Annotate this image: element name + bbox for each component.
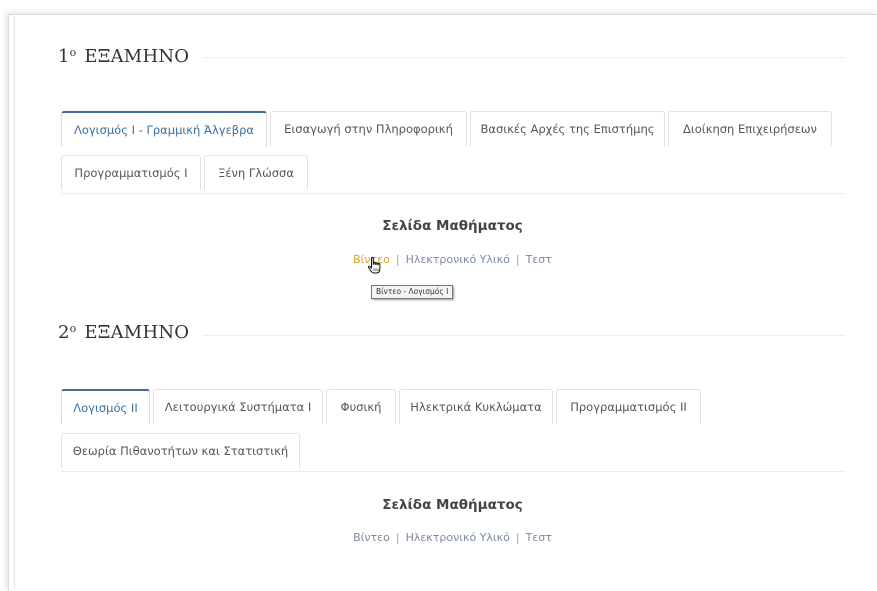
semester-2-title: 2ο ΕΞΑΜΗΝΟ	[58, 318, 189, 346]
tab-pithanotites[interactable]: Θεωρία Πιθανοτήτων και Στατιστική	[61, 433, 300, 468]
test-link[interactable]: Τεστ	[526, 253, 552, 266]
tab-logismos-2[interactable]: Λογισμός ΙΙ	[61, 389, 150, 424]
tab-label: Φυσική	[340, 400, 382, 414]
semester-1-number: 1	[58, 45, 70, 67]
tab-xeni-glossa[interactable]: Ξένη Γλώσσα	[204, 155, 308, 190]
tab-logismos-1[interactable]: Λογισμός Ι - Γραμμική Άλγεβρα	[61, 111, 267, 146]
semester-2-rule	[203, 335, 845, 336]
tab-label: Διοίκηση Επιχειρήσεων	[683, 122, 817, 136]
material-link[interactable]: Ηλεκτρονικό Υλικό	[406, 253, 510, 266]
tab-label: Προγραμματισμός ΙΙ	[570, 400, 687, 414]
tab-programmatismos-2[interactable]: Προγραμματισμός ΙΙ	[556, 389, 701, 424]
tab-label: Λογισμός Ι - Γραμμική Άλγεβρα	[73, 122, 255, 137]
separator: |	[395, 531, 400, 544]
semester-2-panel-heading: Σελίδα Μαθήματος	[382, 497, 523, 513]
tab-eisagogi-pliroforiki[interactable]: Εισαγωγή στην Πληροφορική	[270, 111, 467, 146]
semester-1-panel-heading: Σελίδα Μαθήματος	[382, 218, 523, 234]
tab-leitourgika-1[interactable]: Λειτουργικά Συστήματα Ι	[153, 389, 323, 424]
tab-label: Εισαγωγή στην Πληροφορική	[284, 122, 453, 136]
semester-2-number: 2	[58, 321, 70, 343]
tab-strip-2-base	[61, 471, 845, 472]
separator: |	[515, 253, 520, 266]
tab-label: Βασικές Αρχές της Επιστήμης	[480, 122, 655, 136]
tab-vasikes-arxes[interactable]: Βασικές Αρχές της Επιστήμης	[470, 111, 665, 146]
tab-ilektrika-kyklomata[interactable]: Ηλεκτρικά Κυκλώματα	[399, 389, 553, 424]
tab-label: Λογισμός ΙΙ	[73, 400, 138, 415]
semester-2-links: Βίντεο | Ηλεκτρονικό Υλικό | Τεστ	[60, 531, 845, 544]
video-tooltip: Βίντεο - Λογισμός Ι	[371, 285, 454, 299]
tab-label: Ξένη Γλώσσα	[218, 166, 294, 180]
semester-1-ordinal: ο	[69, 45, 77, 59]
tab-dioikisi[interactable]: Διοίκηση Επιχειρήσεων	[668, 111, 832, 146]
tab-programmatismos-1[interactable]: Προγραμματισμός Ι	[61, 155, 201, 190]
semester-1-title: 1ο ΕΞΑΜΗΝΟ	[58, 42, 189, 70]
tab-label: Θεωρία Πιθανοτήτων και Στατιστική	[72, 444, 289, 458]
hand-pointer-icon	[367, 257, 381, 274]
tab-label: Προγραμματισμός Ι	[74, 166, 188, 180]
separator: |	[515, 531, 520, 544]
semester-1-rule	[203, 57, 845, 58]
semester-1-links: Βίντεο|Ηλεκτρονικό Υλικό|Τεστ	[60, 253, 845, 266]
tab-label: Λειτουργικά Συστήματα Ι	[164, 400, 312, 414]
video-link[interactable]: Βίντεο	[353, 531, 390, 544]
semester-2-label: ΕΞΑΜΗΝΟ	[84, 321, 190, 343]
tab-strip-1-base	[61, 193, 845, 194]
tab-label: Ηλεκτρικά Κυκλώματα	[410, 400, 542, 414]
tab-fysiki[interactable]: Φυσική	[326, 389, 396, 424]
separator: |	[395, 253, 400, 266]
semester-1-label: ΕΞΑΜΗΝΟ	[84, 45, 190, 67]
left-border	[14, 16, 15, 590]
material-link[interactable]: Ηλεκτρονικό Υλικό	[406, 531, 510, 544]
semester-2-ordinal: ο	[69, 321, 77, 335]
test-link[interactable]: Τεστ	[526, 531, 552, 544]
